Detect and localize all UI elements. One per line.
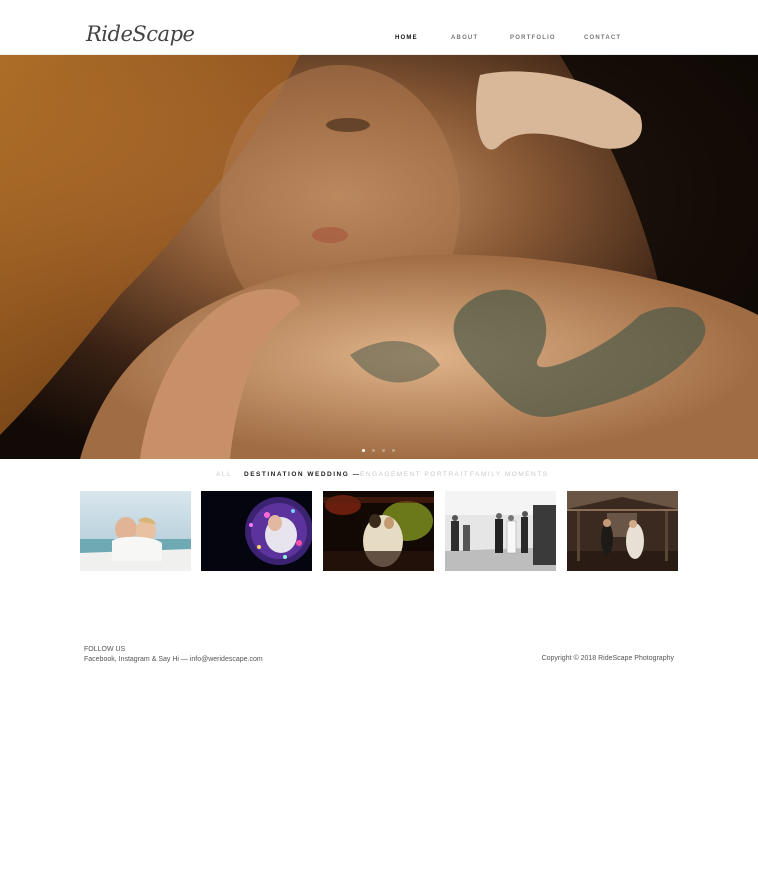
nav-item-about[interactable]: ABOUT: [451, 35, 478, 41]
gallery-item-first-dance[interactable]: [323, 491, 434, 571]
slider-dot[interactable]: [382, 449, 385, 452]
ceremony-aisle-photo: [445, 491, 556, 571]
gallery-item-couple-boat[interactable]: [80, 491, 191, 571]
hero-image: [0, 55, 758, 459]
slider-dot[interactable]: [372, 449, 375, 452]
filter-destination-wedding[interactable]: DESTINATION WEDDING —: [244, 471, 361, 478]
slider-dot[interactable]: [392, 449, 395, 452]
footer-copyright: Copyright © 2018 RideScape Photography: [541, 655, 674, 662]
nav-item-contact[interactable]: CONTACT: [584, 35, 621, 41]
hero-slider[interactable]: [0, 55, 758, 459]
slider-dots: [360, 449, 420, 455]
filter-engagement-portrait[interactable]: ENGAGEMENT PORTRAIT: [360, 471, 469, 478]
first-dance-photo: [323, 491, 434, 571]
portfolio-filters: ALL DESTINATION WEDDING — ENGAGEMENT POR…: [0, 471, 758, 483]
filter-family-moments[interactable]: FAMILY MOMENTS: [470, 471, 549, 478]
gallery-item-barn-couple[interactable]: [567, 491, 678, 571]
nav-item-portfolio[interactable]: PORTFOLIO: [510, 35, 556, 41]
filter-all[interactable]: ALL: [216, 471, 232, 478]
follow-us-label: FOLLOW US: [84, 646, 126, 653]
gallery-item-ceremony-aisle[interactable]: [445, 491, 556, 571]
barn-couple-photo: [567, 491, 678, 571]
slider-dot[interactable]: [362, 449, 365, 452]
bride-lights-photo: [201, 491, 312, 571]
main-nav: HOME ABOUT PORTFOLIO CONTACT: [0, 35, 758, 45]
social-links[interactable]: Facebook, Instagram & Say Hi — info@weri…: [84, 655, 263, 665]
couple-boat-photo: [80, 491, 191, 571]
site-header: RideScape HOME ABOUT PORTFOLIO CONTACT: [0, 0, 758, 55]
nav-item-home[interactable]: HOME: [395, 35, 418, 41]
footer-follow: FOLLOW US Facebook, Instagram & Say Hi —…: [84, 645, 263, 665]
gallery-item-bride-lights[interactable]: [201, 491, 312, 571]
